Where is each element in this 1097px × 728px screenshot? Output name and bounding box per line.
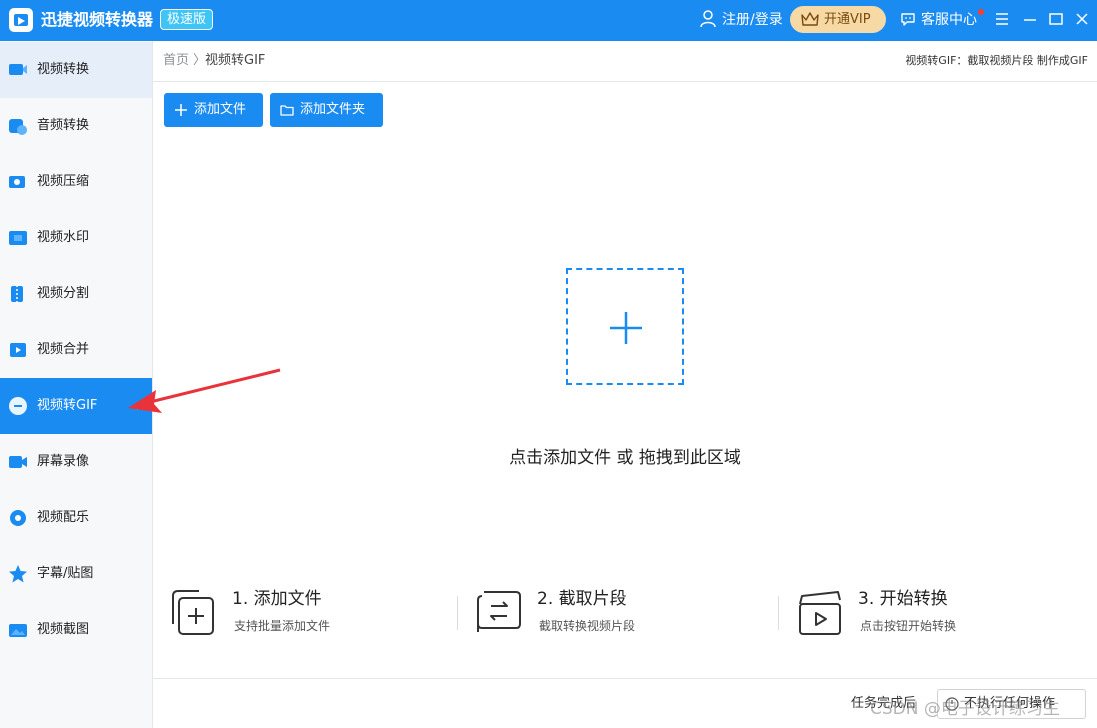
step-divider: [457, 596, 458, 630]
sidebar-item-label: 音频转换: [37, 118, 90, 133]
breadcrumb-home-link[interactable]: 首页: [163, 52, 189, 70]
sidebar-item-video-compress[interactable]: 视频压缩: [0, 154, 152, 210]
video-watermark-icon: [9, 231, 27, 245]
add-folder-button[interactable]: 添加文件夹: [270, 93, 383, 127]
open-vip-button[interactable]: 开通VIP: [790, 6, 886, 33]
page-description: 视频转GIF：截取视频片段 制作成GIF: [905, 54, 1088, 67]
sidebar-item-audio-convert[interactable]: 音频转换: [0, 98, 152, 154]
folder-icon: [280, 105, 294, 116]
maximize-icon[interactable]: [1047, 10, 1065, 28]
screen-record-icon: [9, 456, 27, 468]
support-chat-icon[interactable]: [900, 11, 916, 27]
sidebar-item-label: 视频配乐: [37, 510, 90, 525]
dropzone-hint: 点击添加文件 或 拖拽到此区域: [509, 448, 741, 468]
add-file-button[interactable]: 添加文件: [164, 93, 263, 127]
sidebar-item-label: 视频压缩: [37, 174, 90, 189]
breadcrumb-current: 视频转GIF: [205, 53, 266, 68]
register-login-link[interactable]: 注册/登录: [722, 10, 783, 30]
sidebar: 视频转换 音频转换 视频压缩 视频水印 视频分割 视频合并 视频转GIF 屏幕录…: [0, 41, 153, 728]
sidebar-item-video-screenshot[interactable]: 视频截图: [0, 602, 152, 658]
step-start-convert: 3. 开始转换 点击按钮开始转换: [797, 588, 1057, 640]
sidebar-item-label: 视频水印: [37, 230, 90, 245]
selected-caret-icon: [137, 402, 142, 410]
video-merge-icon: [10, 343, 26, 357]
sidebar-item-label: 视频合并: [37, 342, 90, 357]
sidebar-item-screen-record[interactable]: 屏幕录像: [0, 434, 152, 490]
step-description: 支持批量添加文件: [234, 619, 331, 633]
app-logo-icon: [9, 8, 33, 32]
edition-badge: 极速版: [160, 9, 214, 30]
title-bar: 迅捷视频转换器 极速版 注册/登录 开通VIP 客服中心: [0, 0, 1097, 41]
video-screenshot-icon: [9, 624, 27, 637]
step-title: 1. 添加文件: [232, 589, 322, 609]
step-trim-clip: 2. 截取片段 截取转换视频片段: [476, 588, 736, 640]
sidebar-item-label: 视频转GIF: [37, 398, 98, 413]
watermark: CSDN @电子设计练习生: [870, 699, 1060, 719]
sidebar-item-video-convert[interactable]: 视频转换: [0, 42, 152, 98]
subtitle-sticker-icon: [9, 565, 27, 583]
sidebar-item-video-music[interactable]: 视频配乐: [0, 490, 152, 546]
video-gif-icon: [9, 397, 27, 415]
sidebar-item-video-watermark[interactable]: 视频水印: [0, 210, 152, 266]
step-divider: [778, 596, 779, 630]
minimize-icon[interactable]: [1021, 10, 1039, 28]
sidebar-item-label: 视频转换: [37, 62, 90, 77]
add-files-step-icon: [172, 590, 214, 635]
user-icon[interactable]: [700, 10, 716, 28]
sidebar-item-label: 视频截图: [37, 622, 90, 637]
notification-dot: [978, 9, 984, 15]
sidebar-item-video-merge[interactable]: 视频合并: [0, 322, 152, 378]
step-add-file: 1. 添加文件 支持批量添加文件: [171, 588, 431, 640]
audio-convert-icon: [9, 119, 27, 135]
add-plus-icon: [610, 312, 642, 344]
vip-label: 开通VIP: [824, 12, 871, 27]
support-center-link[interactable]: 客服中心: [921, 10, 977, 30]
add-folder-label: 添加文件夹: [300, 102, 366, 117]
sidebar-item-label: 视频分割: [37, 286, 90, 301]
video-music-icon: [10, 510, 26, 526]
close-icon[interactable]: [1073, 10, 1091, 28]
video-convert-icon: [9, 64, 27, 75]
step-description: 点击按钮开始转换: [860, 619, 957, 633]
step-description: 截取转换视频片段: [539, 619, 636, 633]
sidebar-item-subtitle-sticker[interactable]: 字幕/贴图: [0, 546, 152, 602]
sidebar-item-video-to-gif[interactable]: 视频转GIF: [0, 378, 152, 434]
crown-icon: [801, 12, 819, 26]
step-title: 2. 截取片段: [537, 589, 627, 609]
plus-icon: [175, 104, 187, 116]
sidebar-item-label: 字幕/贴图: [37, 566, 94, 581]
clapperboard-step-icon: [799, 591, 841, 635]
step-title: 3. 开始转换: [858, 589, 948, 609]
breadcrumb: 首页 〉 视频转GIF 视频转GIF：截取视频片段 制作成GIF: [153, 41, 1097, 82]
trim-clip-step-icon: [477, 591, 521, 632]
file-dropzone[interactable]: [566, 268, 684, 385]
sidebar-item-label: 屏幕录像: [37, 454, 90, 469]
add-file-label: 添加文件: [194, 102, 247, 117]
sidebar-item-video-split[interactable]: 视频分割: [0, 266, 152, 322]
app-title: 迅捷视频转换器: [41, 10, 154, 29]
video-split-icon: [11, 285, 23, 303]
video-compress-icon: [9, 176, 25, 188]
menu-icon[interactable]: [993, 10, 1011, 28]
